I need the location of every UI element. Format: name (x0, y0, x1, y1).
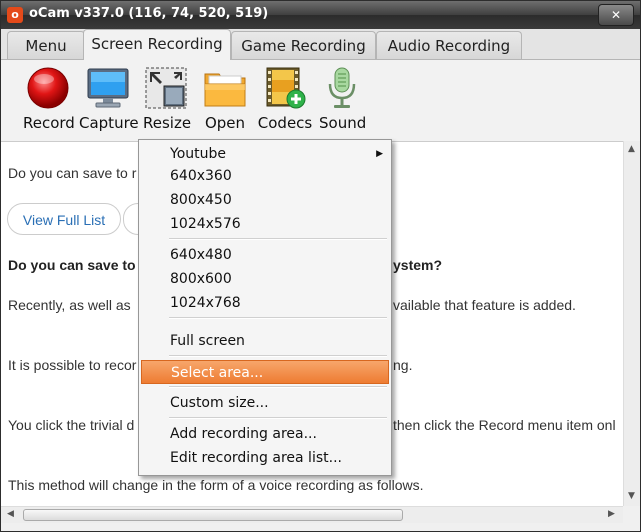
tab-audio-recording[interactable]: Audio Recording (376, 31, 522, 59)
app-icon: o (7, 7, 23, 23)
menu-item-1024x768[interactable]: 1024x768 (141, 291, 389, 315)
scroll-up-icon[interactable]: ▲ (624, 142, 639, 157)
section-heading-end: ystem? (393, 257, 443, 273)
monitor-icon (86, 66, 130, 110)
codecs-label: Codecs (257, 114, 313, 132)
scroll-right-icon[interactable]: ▶ (604, 507, 619, 522)
menu-separator (169, 417, 387, 419)
paragraph-4: This method will change in the form of a… (8, 477, 424, 493)
resize-icon (144, 66, 188, 110)
paragraph-1: Recently, as well as (8, 297, 131, 313)
scrollbar-corner (623, 506, 640, 523)
capture-button[interactable]: Capture (79, 66, 139, 132)
menu-item-select-area[interactable]: Select area... (141, 360, 389, 384)
sound-button[interactable]: Sound (319, 66, 367, 132)
menu-separator (169, 355, 387, 357)
toolbar: Record Capture Resize Open Codecs Sound (1, 59, 640, 141)
menu-item-custom-size[interactable]: Custom size... (141, 391, 389, 415)
tab-screen-recording[interactable]: Screen Recording (83, 29, 231, 60)
paragraph-2: It is possible to recor (8, 357, 137, 373)
record-icon (26, 66, 70, 110)
section-heading: Do you can save to (8, 257, 136, 273)
vertical-scrollbar[interactable]: ▲ ▼ (623, 141, 640, 506)
menu-item-640x480[interactable]: 640x480 (141, 243, 389, 267)
scroll-down-icon[interactable]: ▼ (624, 489, 639, 504)
tab-game-recording[interactable]: Game Recording (231, 31, 376, 59)
tab-menu[interactable]: Menu (7, 31, 85, 59)
sound-label: Sound (319, 114, 367, 132)
tab-bar: Menu Screen Recording Game Recording Aud… (1, 29, 640, 60)
menu-item-youtube[interactable]: Youtube ▶ (141, 142, 389, 166)
horizontal-scroll-thumb[interactable] (23, 509, 403, 521)
horizontal-scrollbar[interactable]: ◀ ▶ (1, 506, 623, 523)
menu-separator (169, 386, 387, 388)
menu-item-1024x576[interactable]: 1024x576 (141, 212, 389, 236)
menu-item-edit-recording-area-list[interactable]: Edit recording area list... (141, 446, 389, 470)
resize-button[interactable]: Resize (143, 66, 192, 132)
menu-item-label: Youtube (170, 146, 226, 162)
menu-separator (169, 317, 387, 319)
folder-icon (203, 66, 247, 110)
record-button[interactable]: Record (23, 66, 75, 132)
paragraph-2-end: ng. (393, 357, 413, 373)
close-button[interactable]: ✕ (598, 4, 634, 26)
codecs-button[interactable]: Codecs (257, 66, 313, 132)
view-full-list-button[interactable]: View Full List (7, 203, 121, 235)
paragraph-3: You click the trivial d (8, 417, 135, 433)
capture-label: Capture (79, 114, 139, 132)
record-label: Record (23, 114, 75, 132)
open-button[interactable]: Open (202, 66, 248, 132)
film-icon (263, 66, 307, 110)
paragraph-1-end: vailable that feature is added. (393, 297, 576, 313)
window-title: oCam v337.0 (116, 74, 520, 519) (29, 6, 269, 21)
microphone-icon (320, 66, 364, 110)
resize-dropdown-menu: Youtube ▶ 640x360 800x450 1024x576 640x4… (138, 139, 392, 476)
ocam-window: o oCam v337.0 (116, 74, 520, 519) ✕ Menu… (0, 0, 641, 532)
menu-item-640x360[interactable]: 640x360 (141, 164, 389, 188)
paragraph-3-end: then click the Record menu item onl (393, 417, 616, 433)
menu-item-800x450[interactable]: 800x450 (141, 188, 389, 212)
title-bar: o oCam v337.0 (116, 74, 520, 519) ✕ (1, 1, 640, 29)
menu-item-full-screen[interactable]: Full screen (141, 329, 389, 353)
scroll-left-icon[interactable]: ◀ (3, 507, 18, 522)
open-label: Open (204, 114, 246, 132)
submenu-arrow-icon: ▶ (376, 149, 383, 159)
menu-item-add-recording-area[interactable]: Add recording area... (141, 422, 389, 446)
menu-item-800x600[interactable]: 800x600 (141, 267, 389, 291)
resize-label: Resize (143, 114, 192, 132)
content-link[interactable]: Do you can save to r (8, 165, 136, 181)
menu-separator (169, 238, 387, 240)
